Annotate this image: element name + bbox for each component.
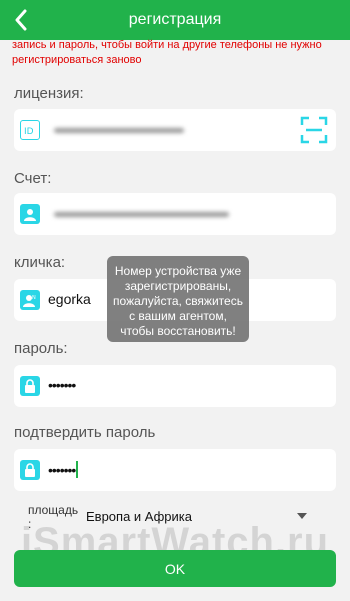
nickname-label: кличка: [14, 254, 66, 271]
password-field[interactable]: ••••••• [14, 365, 336, 407]
license-value-blurred [54, 128, 184, 133]
user-icon [20, 204, 40, 224]
nickname-value: egorka [48, 291, 91, 307]
account-label: Счет: [14, 170, 52, 187]
svg-text:ID: ID [24, 127, 34, 136]
toast-line: чтобы восстановить! [120, 324, 236, 338]
password-label: пароль: [14, 340, 68, 357]
lock-icon [20, 460, 40, 480]
toast-message: Номер устройства уже зарегистрированы, п… [107, 256, 249, 342]
ok-button[interactable]: OK [14, 550, 336, 587]
warning-text: запись и пароль, чтобы войти на другие т… [12, 39, 322, 66]
svg-text:N: N [32, 295, 36, 301]
confirm-password-value-wrap: ••••••• [48, 461, 79, 478]
toast-line: Номер устройства уже [114, 264, 242, 278]
password-value: ••••••• [48, 377, 76, 393]
scan-icon [300, 116, 328, 144]
license-field[interactable]: ID [14, 109, 336, 151]
toast-line: пожалуйста, свяжитесь [113, 294, 243, 308]
confirm-password-label: подтвердить пароль [14, 424, 156, 441]
confirm-password-field[interactable]: ••••••• [14, 449, 336, 491]
text-cursor [76, 461, 79, 478]
app-bar: регистрация [0, 0, 350, 40]
confirm-password-value: ••••••• [48, 462, 76, 478]
toast-line: с вашим агентом, [129, 309, 227, 323]
account-field[interactable] [14, 193, 336, 235]
toast-line: зарегистрированы, [124, 279, 232, 293]
page-title: регистрация [128, 11, 222, 28]
user-badge-icon: N [20, 290, 40, 310]
lock-icon [20, 376, 40, 396]
id-icon: ID [20, 120, 40, 140]
scan-qr-button[interactable] [300, 116, 328, 144]
license-label: лицензия: [14, 85, 84, 102]
account-value-blurred [54, 212, 229, 217]
area-label-text: площадь [28, 503, 79, 517]
